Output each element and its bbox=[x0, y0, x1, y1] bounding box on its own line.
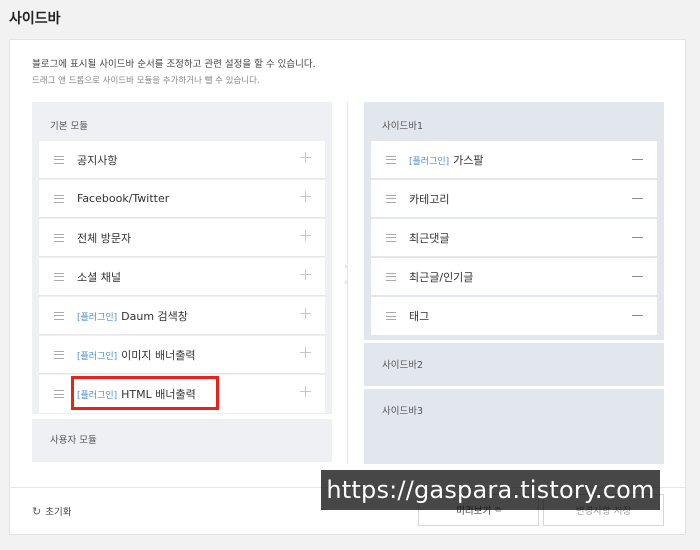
remove-icon[interactable] bbox=[632, 276, 643, 277]
basic-modules-title: 기본 모듈 bbox=[50, 121, 88, 132]
add-icon[interactable] bbox=[300, 230, 311, 241]
chevron-left-icon: ‹ bbox=[344, 278, 348, 288]
drag-handle-icon[interactable] bbox=[54, 233, 64, 242]
sidebar-item-tags[interactable]: 태그 bbox=[371, 297, 657, 335]
sidebar-settings-panel: 블로그에 표시될 사이드바 순서를 조정하고 관련 설정을 할 수 있습니다. … bbox=[9, 39, 686, 535]
sidebar2-group: 사이드바2 bbox=[364, 343, 664, 386]
refresh-icon: ↻ bbox=[32, 504, 42, 518]
module-item-visitors[interactable]: 전체 방문자 bbox=[39, 219, 325, 257]
sidebar-item-recent-popular[interactable]: 최근글/인기글 bbox=[371, 258, 657, 296]
add-icon[interactable] bbox=[300, 152, 311, 163]
add-icon[interactable] bbox=[300, 191, 311, 202]
description-line-1: 블로그에 표시될 사이드바 순서를 조정하고 관련 설정을 할 수 있습니다. bbox=[32, 59, 316, 70]
module-label: 최근댓글 bbox=[409, 231, 450, 245]
drag-handle-icon[interactable] bbox=[386, 233, 396, 242]
sidebar3-title: 사이드바3 bbox=[382, 406, 424, 417]
reset-button[interactable]: ↻ 초기화 bbox=[32, 504, 72, 519]
drag-handle-icon[interactable] bbox=[54, 311, 64, 320]
module-label: Facebook/Twitter bbox=[77, 192, 170, 205]
module-label: Daum 검색창 bbox=[121, 309, 188, 323]
drag-handle-icon[interactable] bbox=[54, 155, 64, 164]
drag-handle-icon[interactable] bbox=[54, 390, 64, 398]
highlight-box bbox=[71, 376, 219, 410]
plugin-tag: [플러그인] bbox=[77, 312, 118, 323]
module-label: 소셜 채널 bbox=[77, 270, 121, 284]
sidebar1-title: 사이드바1 bbox=[382, 121, 424, 132]
sidebar2-title: 사이드바2 bbox=[382, 360, 424, 371]
add-icon[interactable] bbox=[300, 308, 311, 319]
remove-icon[interactable] bbox=[632, 237, 643, 238]
module-item-social[interactable]: 소셜 채널 bbox=[39, 258, 325, 296]
group-separator bbox=[32, 414, 332, 419]
module-label: 공지사항 bbox=[77, 153, 118, 167]
chevron-right-icon: › bbox=[344, 262, 348, 272]
module-label: 최근글/인기글 bbox=[409, 270, 474, 284]
add-icon[interactable] bbox=[300, 386, 311, 397]
drag-handle-icon[interactable] bbox=[54, 272, 64, 281]
add-icon[interactable] bbox=[300, 347, 311, 358]
user-modules-title: 사용자 모듈 bbox=[50, 435, 97, 446]
watermark: https://gaspara.tistory.com bbox=[321, 470, 660, 510]
module-item-notice[interactable]: 공지사항 bbox=[39, 141, 325, 179]
drag-handle-icon[interactable] bbox=[386, 155, 396, 164]
page-title: 사이드바 bbox=[9, 11, 61, 27]
sidebar1-group: 사이드바1 [플러그인] 가스팔 카테고리 최근댓글 최근글/인기글 태그 bbox=[364, 102, 664, 340]
drag-handle-icon[interactable] bbox=[386, 272, 396, 281]
remove-icon[interactable] bbox=[632, 159, 643, 160]
drag-handle-icon[interactable] bbox=[54, 350, 64, 359]
module-label: 카테고리 bbox=[409, 192, 450, 206]
description-line-2: 드래그 앤 드롭으로 사이드바 모듈을 추가하거나 뺄 수 있습니다. bbox=[32, 76, 260, 86]
drag-handle-icon[interactable] bbox=[386, 312, 396, 320]
add-icon[interactable] bbox=[300, 269, 311, 280]
module-item-facebook-twitter[interactable]: Facebook/Twitter bbox=[39, 180, 325, 218]
module-label: 태그 bbox=[409, 310, 430, 323]
sidebar-item-recent-comments[interactable]: 최근댓글 bbox=[371, 219, 657, 257]
module-item-image-banner[interactable]: [플러그인] 이미지 배너출력 bbox=[39, 336, 325, 374]
module-label: 가스팔 bbox=[453, 153, 484, 167]
sidebar-item-gaspal[interactable]: [플러그인] 가스팔 bbox=[371, 141, 657, 179]
drag-handle-icon[interactable] bbox=[54, 194, 64, 203]
remove-icon[interactable] bbox=[632, 315, 643, 316]
plugin-tag: [플러그인] bbox=[77, 351, 118, 362]
reset-label: 초기화 bbox=[45, 507, 72, 518]
module-label: 이미지 배너출력 bbox=[121, 348, 196, 362]
module-item-daum-search[interactable]: [플러그인] Daum 검색창 bbox=[39, 297, 325, 335]
sidebar-item-category[interactable]: 카테고리 bbox=[371, 180, 657, 218]
module-label: 전체 방문자 bbox=[77, 231, 132, 245]
drag-handle-icon[interactable] bbox=[386, 194, 396, 203]
remove-icon[interactable] bbox=[632, 198, 643, 199]
plugin-tag: [플러그인] bbox=[409, 156, 450, 167]
sidebar3-group: 사이드바3 bbox=[364, 389, 664, 464]
